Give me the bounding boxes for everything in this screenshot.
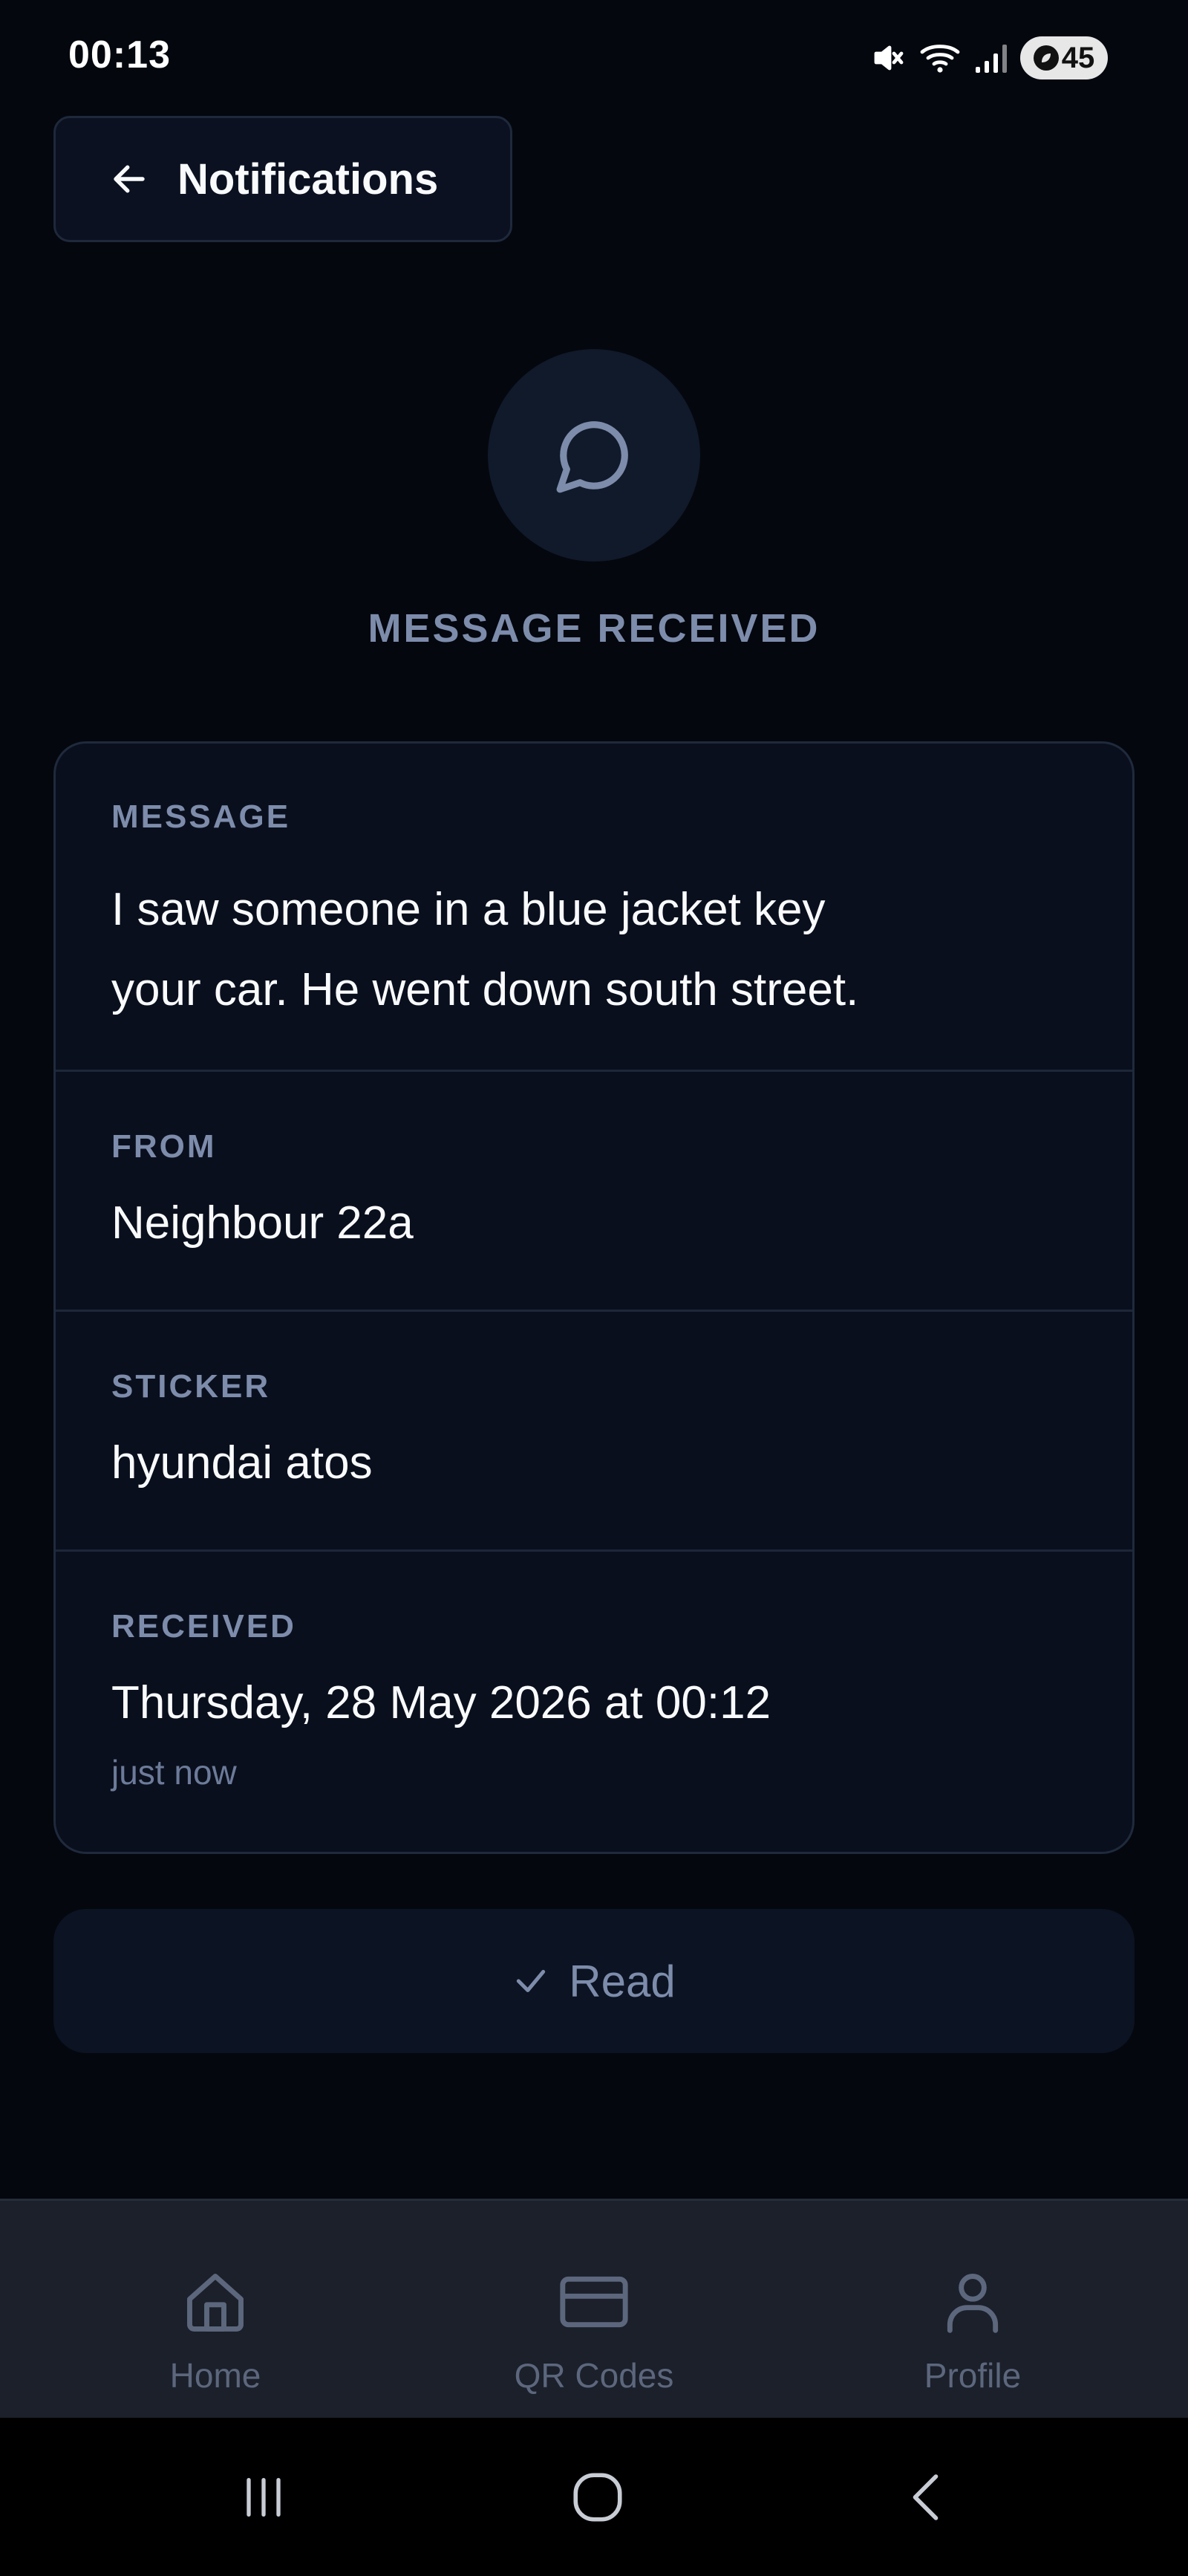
battery-saver-icon <box>1033 45 1059 71</box>
nav-label-home: Home <box>169 2356 261 2395</box>
arrow-left-icon <box>114 165 145 193</box>
message-circle-icon <box>556 421 628 493</box>
message-icon-badge <box>488 349 700 562</box>
check-icon <box>517 1970 546 1992</box>
system-navigation-bar <box>0 2418 1188 2576</box>
home-icon <box>187 2274 244 2332</box>
nav-item-profile[interactable]: Profile <box>824 2201 1121 2420</box>
bottom-navigation: Home QR Codes Profile <box>0 2199 1188 2418</box>
notification-detail-card: MESSAGE I saw someone in a blue jacket k… <box>53 741 1135 1854</box>
status-bar: 00:13 45 <box>0 0 1188 111</box>
read-button[interactable]: Read <box>53 1909 1135 2053</box>
back-chevron-icon <box>913 2473 939 2520</box>
received-value: Thursday, 28 May 2026 at 00:12 <box>111 1677 771 1728</box>
nav-label-qr-codes: QR Codes <box>514 2356 674 2395</box>
wifi-icon <box>920 45 960 73</box>
message-label: MESSAGE <box>111 799 291 835</box>
notification-detail-screen: 00:13 45 Notifications MESSAGE RECEIVED … <box>0 0 1188 2576</box>
message-line-1: I saw someone in a blue jacket key <box>111 884 826 935</box>
status-icons: 45 <box>870 34 1108 82</box>
system-home-button[interactable] <box>523 2418 672 2576</box>
nav-item-qr-codes[interactable]: QR Codes <box>446 2201 742 2420</box>
battery-indicator: 45 <box>1020 36 1108 79</box>
message-section: MESSAGE I saw someone in a blue jacket k… <box>56 744 1132 1072</box>
nav-label-profile: Profile <box>924 2356 1022 2395</box>
signal-icon <box>976 45 1007 73</box>
received-section: RECEIVED Thursday, 28 May 2026 at 00:12 … <box>56 1552 1132 1852</box>
from-value: Neighbour 22a <box>111 1197 414 1249</box>
sticker-section: STICKER hyundai atos <box>56 1312 1132 1552</box>
nav-item-home[interactable]: Home <box>67 2201 364 2420</box>
recent-apps-icon <box>247 2477 281 2517</box>
back-to-notifications-button[interactable]: Notifications <box>53 116 512 242</box>
read-button-label: Read <box>569 1956 676 2006</box>
received-relative-time: just now <box>111 1753 237 1792</box>
sticker-value: hyundai atos <box>111 1437 373 1489</box>
from-section: FROM Neighbour 22a <box>56 1072 1132 1312</box>
card-icon <box>560 2276 628 2328</box>
mute-icon <box>874 45 904 71</box>
from-label: FROM <box>111 1128 217 1165</box>
status-time: 00:13 <box>68 33 171 77</box>
user-icon <box>947 2274 999 2333</box>
recent-apps-button[interactable] <box>189 2418 338 2576</box>
home-circle-icon <box>573 2472 622 2522</box>
received-label: RECEIVED <box>111 1608 296 1645</box>
battery-level: 45 <box>1061 41 1095 74</box>
sticker-label: STICKER <box>111 1368 271 1405</box>
back-button-label: Notifications <box>177 155 439 204</box>
page-title: MESSAGE RECEIVED <box>368 606 820 651</box>
system-back-button[interactable] <box>854 2418 1002 2576</box>
message-line-2: your car. He went down south street. <box>111 964 859 1015</box>
